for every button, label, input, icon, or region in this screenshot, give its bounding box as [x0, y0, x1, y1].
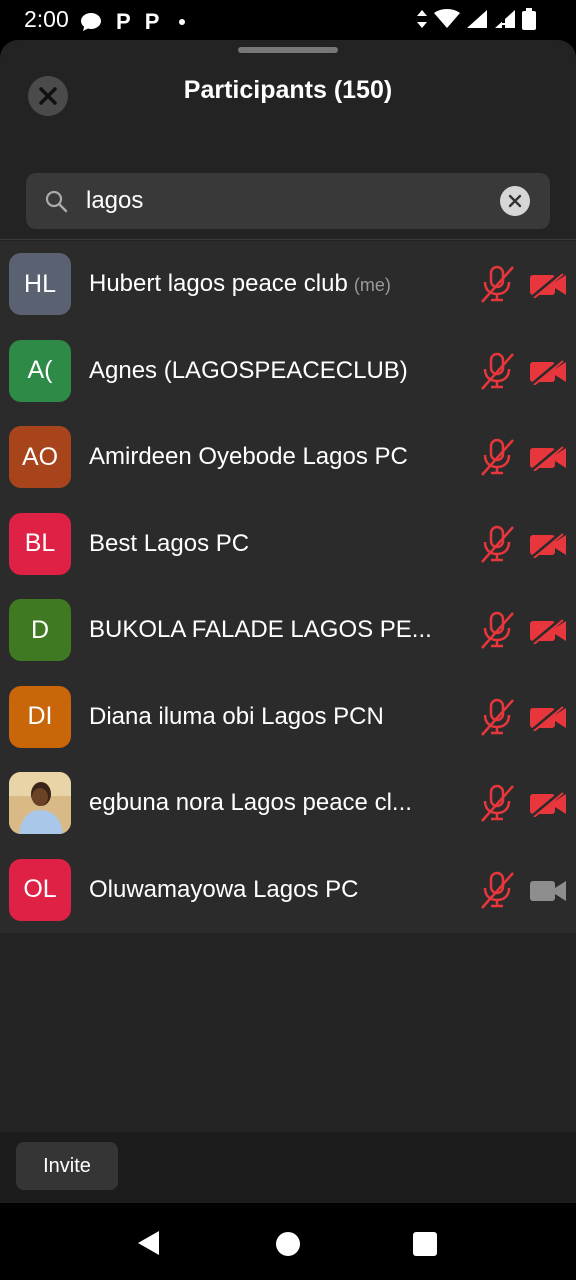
participant-name: Hubert lagos peace club (me)	[89, 270, 391, 298]
bottom-action-bar: Invite	[0, 1132, 576, 1203]
avatar: HL	[9, 253, 71, 315]
video-on-icon[interactable]	[529, 878, 567, 904]
me-label: (me)	[353, 275, 391, 295]
sheet-drag-handle[interactable]	[238, 47, 338, 53]
page-title: Participants (150)	[183, 76, 393, 104]
search-input[interactable]	[86, 173, 486, 229]
signal-icon	[467, 10, 487, 28]
search-icon	[45, 190, 68, 213]
battery-icon	[522, 8, 536, 30]
participant-name: Best Lagos PC	[89, 530, 249, 558]
data-arrows-icon	[417, 10, 427, 28]
profile-photo-icon	[9, 772, 71, 834]
participant-name-text: Diana iluma obi Lagos PCN	[89, 702, 384, 730]
participant-row[interactable]: OL Oluwamayowa Lagos PC	[0, 847, 576, 934]
video-off-icon[interactable]	[529, 791, 567, 817]
participant-name-text: Oluwamayowa Lagos PC	[89, 875, 359, 903]
invite-button[interactable]: Invite	[16, 1142, 118, 1190]
video-off-icon[interactable]	[529, 445, 567, 471]
avatar: BL	[9, 512, 71, 575]
wifi-icon	[434, 9, 460, 28]
participant-name: Agnes (LAGOSPEACECLUB)	[89, 357, 408, 385]
participant-name: Oluwamayowa Lagos PC	[89, 876, 358, 904]
signal-alert-icon	[495, 10, 515, 28]
avatar: D	[9, 599, 71, 661]
participant-name: Amirdeen Oyebode Lagos PC	[89, 443, 408, 471]
participant-name: egbuna nora Lagos peace cl...	[89, 789, 412, 817]
video-off-icon[interactable]	[529, 704, 567, 731]
p-app-icon: P	[144, 9, 160, 34]
mic-muted-icon[interactable]	[479, 525, 515, 563]
participant-name-text: Amirdeen Oyebode Lagos PC	[89, 443, 408, 470]
system-icons	[416, 8, 536, 30]
system-nav-bar	[0, 1203, 576, 1280]
avatar: DI	[9, 685, 71, 748]
mic-muted-icon[interactable]	[479, 871, 515, 909]
participant-row[interactable]: egbuna nora Lagos peace cl...	[0, 760, 576, 847]
mic-muted-icon[interactable]	[479, 698, 515, 736]
p-app-icon: P	[116, 9, 131, 34]
clear-search-button[interactable]	[500, 186, 530, 216]
participant-row[interactable]: DI Diana iluma obi Lagos PCN	[0, 674, 576, 761]
video-off-icon[interactable]	[529, 618, 567, 644]
recents-icon[interactable]	[413, 1232, 437, 1256]
participant-list: HL Hubert lagos peace club (me) A( Agnes (LA…	[0, 241, 576, 933]
mic-muted-icon[interactable]	[479, 352, 515, 390]
status-bar: 2:00 P P	[0, 0, 576, 40]
participants-sheet: Participants (150) HL Hubert lagos peace …	[0, 40, 576, 1203]
participant-row[interactable]: A( Agnes (LAGOSPEACECLUB)	[0, 328, 576, 415]
avatar	[9, 772, 71, 834]
participant-row[interactable]: D BUKOLA FALADE LAGOS PE...	[0, 587, 576, 674]
chat-bubble-icon	[81, 13, 101, 31]
more-notifications-dot	[179, 19, 186, 25]
participant-row[interactable]: HL Hubert lagos peace club (me)	[0, 241, 576, 328]
mic-muted-icon[interactable]	[479, 784, 515, 822]
divider	[0, 239, 576, 240]
avatar: A(	[9, 339, 71, 402]
participant-name: BUKOLA FALADE LAGOS PE...	[89, 616, 432, 644]
video-off-icon[interactable]	[529, 531, 567, 558]
clear-icon	[508, 194, 522, 208]
video-off-icon[interactable]	[529, 358, 567, 385]
home-icon[interactable]	[276, 1232, 300, 1256]
back-icon[interactable]	[137, 1230, 161, 1256]
search-bar[interactable]	[26, 173, 550, 229]
participant-name-text: Hubert lagos peace club	[89, 270, 348, 297]
participant-row[interactable]: AO Amirdeen Oyebode Lagos PC	[0, 414, 576, 501]
participant-name-text: egbuna nora Lagos peace cl...	[89, 789, 412, 816]
mic-muted-icon[interactable]	[479, 438, 515, 476]
avatar: AO	[9, 426, 71, 488]
notification-icons: P P	[80, 9, 186, 35]
mic-muted-icon[interactable]	[479, 265, 515, 303]
participant-name-text: BUKOLA FALADE LAGOS PE...	[89, 616, 432, 643]
participant-name-text: Agnes (LAGOSPEACECLUB)	[89, 356, 408, 384]
participant-name-text: Best Lagos PC	[89, 529, 250, 557]
avatar: OL	[9, 858, 71, 921]
participant-row[interactable]: BL Best Lagos PC	[0, 501, 576, 588]
participant-name: Diana iluma obi Lagos PCN	[89, 703, 384, 731]
mic-muted-icon[interactable]	[479, 611, 515, 649]
video-off-icon[interactable]	[529, 272, 567, 298]
status-time: 2:00	[24, 6, 69, 32]
